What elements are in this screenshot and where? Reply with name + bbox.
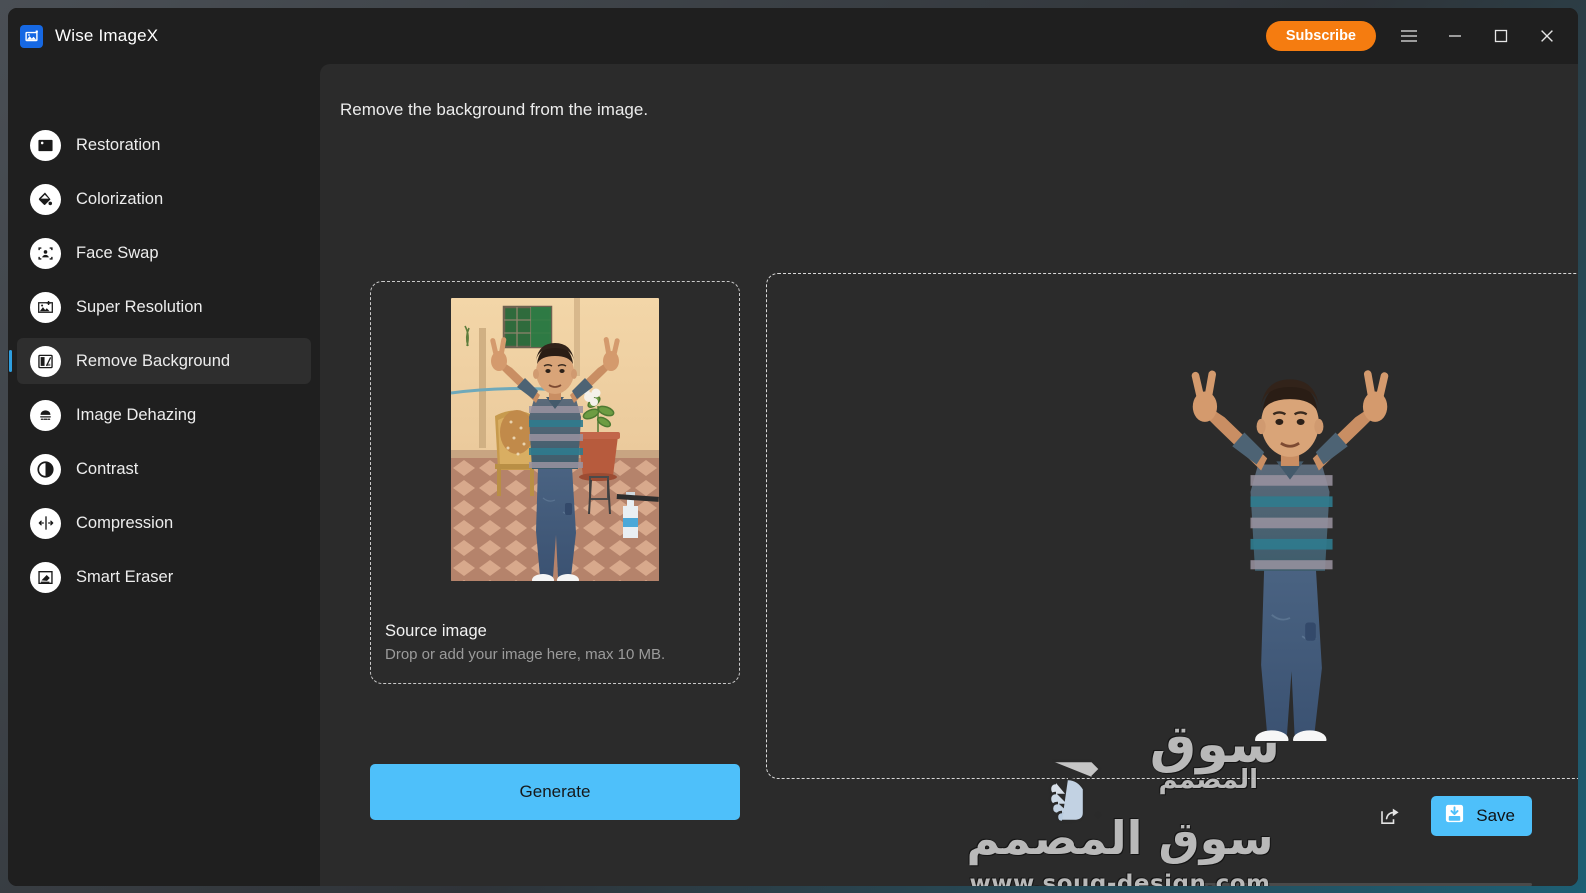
source-panel-subtitle: Drop or add your image here, max 10 MB. bbox=[385, 646, 666, 663]
dehaze-icon bbox=[30, 399, 61, 431]
eraser-icon bbox=[30, 561, 61, 593]
compression-icon bbox=[30, 507, 61, 539]
sidebar-item-super-resolution[interactable]: Super Resolution bbox=[17, 284, 311, 330]
result-image-panel[interactable] bbox=[766, 273, 1578, 779]
panels-area: Source image Drop or add your image here… bbox=[320, 64, 1578, 886]
sidebar-item-label: Face Swap bbox=[76, 243, 159, 262]
sidebar-item-label: Restoration bbox=[76, 135, 161, 154]
main-content: Remove the background from the image. So… bbox=[320, 64, 1578, 886]
app-title: Wise ImageX bbox=[55, 26, 159, 45]
save-download-icon bbox=[1444, 803, 1465, 829]
sidebar-item-label: Compression bbox=[76, 513, 174, 532]
sidebar: Restoration Colorization Face Swap Super… bbox=[8, 64, 320, 886]
sidebar-item-label: Super Resolution bbox=[76, 297, 203, 316]
sidebar-item-contrast[interactable]: Contrast bbox=[17, 446, 311, 492]
scrollbar-thumb[interactable] bbox=[1192, 883, 1532, 886]
face-swap-icon bbox=[30, 237, 61, 269]
save-button[interactable]: Save bbox=[1431, 796, 1532, 836]
source-image-dropzone[interactable]: Source image Drop or add your image here… bbox=[370, 281, 740, 684]
app-window: Wise ImageX Subscribe Restoration Colori… bbox=[8, 8, 1578, 886]
sidebar-item-face-swap[interactable]: Face Swap bbox=[17, 230, 311, 276]
source-panel-caption: Source image Drop or add your image here… bbox=[385, 622, 665, 663]
sidebar-item-smart-eraser[interactable]: Smart Eraser bbox=[17, 554, 311, 600]
paint-bucket-icon bbox=[30, 183, 61, 215]
source-panel-title: Source image bbox=[385, 622, 487, 640]
sidebar-item-image-dehazing[interactable]: Image Dehazing bbox=[17, 392, 311, 438]
result-actions: Save bbox=[1375, 796, 1532, 836]
minimize-icon[interactable] bbox=[1432, 15, 1478, 57]
sidebar-item-label: Smart Eraser bbox=[76, 567, 174, 586]
sidebar-item-label: Remove Background bbox=[76, 351, 231, 370]
source-photo bbox=[451, 298, 659, 581]
watermark-arabic-title: سوق المصمم bbox=[966, 811, 1274, 865]
source-image-thumbnail bbox=[451, 298, 659, 581]
horizontal-scrollbar[interactable] bbox=[632, 883, 1578, 886]
result-photo-cutout bbox=[1191, 370, 1389, 749]
remove-background-icon bbox=[30, 345, 61, 377]
desktop-backdrop: Wise ImageX Subscribe Restoration Colori… bbox=[0, 0, 1586, 893]
close-icon[interactable] bbox=[1524, 15, 1570, 57]
app-icon bbox=[20, 24, 43, 48]
photo-restore-icon bbox=[30, 129, 61, 161]
contrast-icon bbox=[30, 453, 61, 485]
sidebar-item-label: Image Dehazing bbox=[76, 405, 197, 424]
result-image bbox=[1125, 311, 1455, 749]
sidebar-item-restoration[interactable]: Restoration bbox=[17, 122, 311, 168]
sidebar-item-label: Contrast bbox=[76, 459, 139, 478]
window-controls bbox=[1386, 15, 1570, 57]
sidebar-item-colorization[interactable]: Colorization bbox=[17, 176, 311, 222]
hamburger-menu-icon[interactable] bbox=[1386, 15, 1432, 57]
share-icon[interactable] bbox=[1375, 801, 1405, 831]
sidebar-item-compression[interactable]: Compression bbox=[17, 500, 311, 546]
save-button-label: Save bbox=[1476, 806, 1515, 825]
title-bar: Wise ImageX Subscribe bbox=[8, 8, 1578, 64]
window-body: Restoration Colorization Face Swap Super… bbox=[8, 64, 1578, 886]
sidebar-item-label: Colorization bbox=[76, 189, 164, 208]
sidebar-item-remove-background[interactable]: Remove Background bbox=[17, 338, 311, 384]
maximize-icon[interactable] bbox=[1478, 15, 1524, 57]
generate-button[interactable]: Generate bbox=[370, 764, 740, 820]
super-resolution-icon bbox=[30, 291, 61, 323]
subscribe-button[interactable]: Subscribe bbox=[1265, 21, 1376, 51]
